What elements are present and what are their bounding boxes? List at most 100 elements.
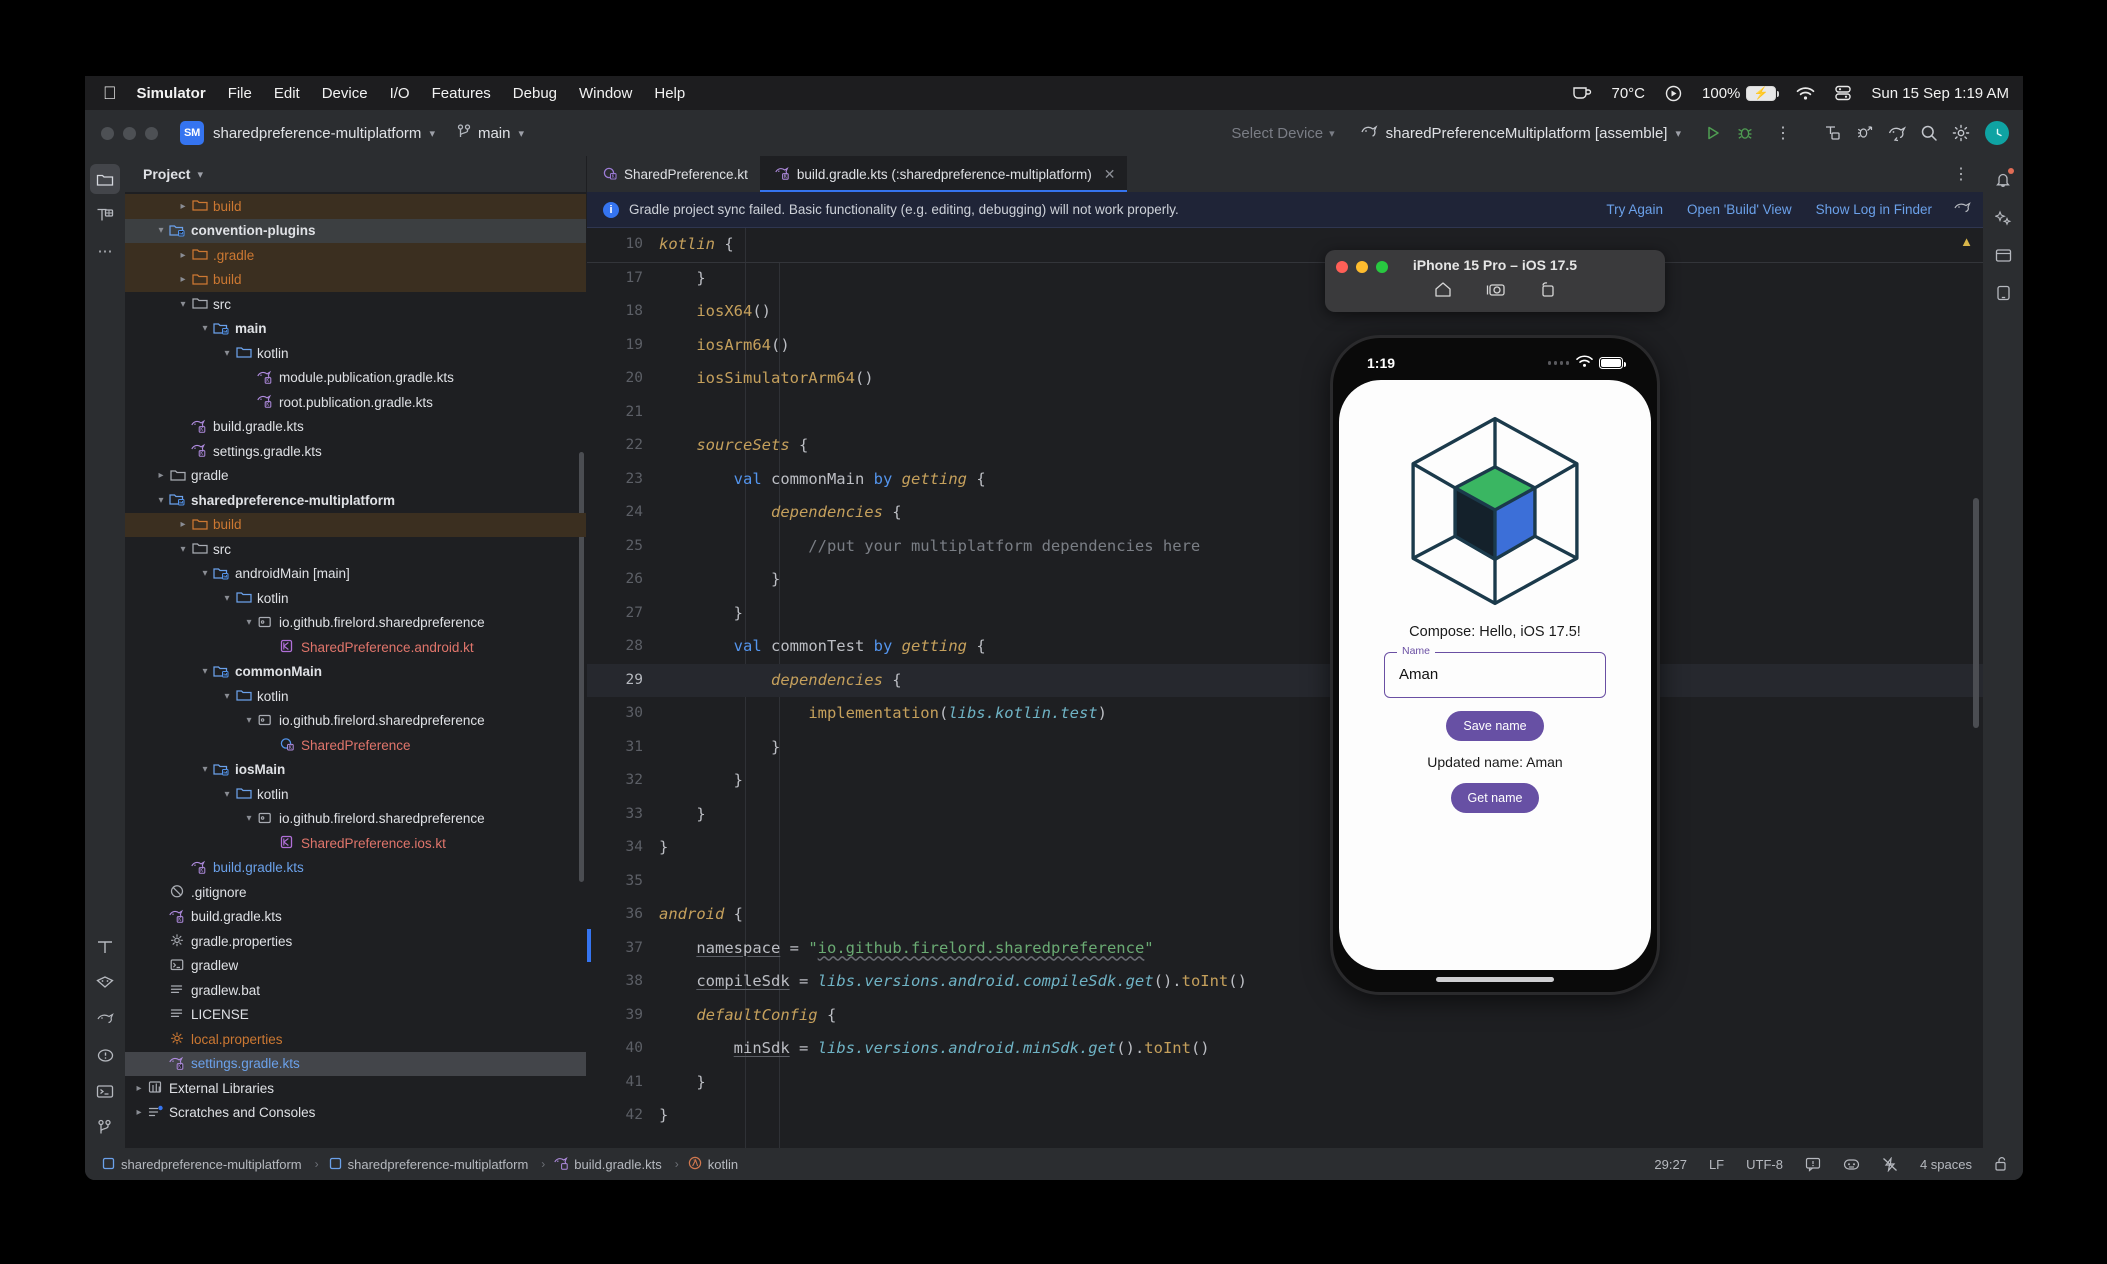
menu-item-device[interactable]: Device [322,85,368,102]
chevron-down-icon[interactable]: ▾ [219,348,235,359]
tree-item-src[interactable]: ▾ src [125,292,586,317]
file-encoding[interactable]: UTF-8 [1746,1157,1783,1172]
code-with-me-icon[interactable] [1819,119,1847,147]
chevron-down-icon[interactable]: ▾ [429,127,435,140]
gradle-rail-icon[interactable] [90,1004,120,1034]
breadcrumb-item-1[interactable]: sharedpreference-multiplatform [328,1157,528,1172]
code-line[interactable]: 23 val commonMain by getting { [587,463,1983,497]
menu-item-window[interactable]: Window [579,85,632,102]
chevron-down-icon[interactable]: ▾ [241,617,257,628]
screenshot-icon[interactable] [1486,281,1505,303]
chevron-right-icon[interactable]: ▸ [131,1107,147,1118]
rotate-icon[interactable] [1539,281,1556,303]
code-line[interactable]: 30 implementation(libs.kotlin.test) [587,697,1983,731]
coffee-cup-icon[interactable] [1572,85,1592,101]
tree-item-root-publication-gradle-kts[interactable]: Kroot.publication.gradle.kts [125,390,586,415]
tree-item-external-libraries[interactable]: ▸ External Libraries [125,1076,586,1101]
tree-item-kotlin[interactable]: ▾ kotlin [125,341,586,366]
chevron-down-icon[interactable]: ▾ [153,495,169,506]
tree-item-kotlin[interactable]: ▾ kotlin [125,782,586,807]
project-name-label[interactable]: sharedpreference-multiplatform [213,125,421,142]
tree-item-local-properties[interactable]: local.properties [125,1027,586,1052]
menu-item-help[interactable]: Help [654,85,685,102]
line-ending[interactable]: LF [1709,1157,1724,1172]
menubar-clock[interactable]: Sun 15 Sep 1:19 AM [1871,85,2009,102]
tree-item-settings-gradle-kts[interactable]: Ksettings.gradle.kts [125,1051,586,1076]
get-name-button[interactable]: Get name [1450,783,1540,813]
tree-item-sharedpreference-multiplatform[interactable]: ▾ sharedpreference-multiplatform [125,488,586,513]
chevron-down-icon[interactable]: ▾ [241,715,257,726]
project-file-tree[interactable]: ▸ build ▾ convention-plugins ▸ .gradle ▸ build ▾… [125,192,586,1148]
code-editor[interactable]: 10 kotlin {17 } 18 iosX64() 19 iosArm64() 20… [587,228,1983,1148]
tree-item-build[interactable]: ▸ build [125,512,586,537]
breadcrumb-item-2[interactable]: build.gradle.kts [554,1156,662,1172]
editor-options-icon[interactable]: ⋮ [1939,156,1983,192]
open-build-view-link[interactable]: Open 'Build' View [1687,202,1792,217]
code-line[interactable]: 19 iosArm64() [587,329,1983,363]
ai-assistant-icon[interactable] [1988,202,2018,232]
tree-item-gradle[interactable]: ▸ gradle [125,464,586,489]
save-name-button[interactable]: Save name [1446,711,1544,741]
ai-icon[interactable] [1843,1157,1860,1172]
tree-item-iosmain[interactable]: ▾ iosMain [125,758,586,783]
tab-sharedpreference-kt[interactable]: K SharedPreference.kt [587,156,760,192]
name-input-field[interactable]: Name Aman [1384,645,1606,698]
run-icon[interactable] [1699,119,1727,147]
tree-item-build[interactable]: ▸ build [125,194,586,219]
tree-item-build-gradle-kts[interactable]: Kbuild.gradle.kts [125,415,586,440]
menu-item-features[interactable]: Features [432,85,491,102]
tree-item-build-gradle-kts[interactable]: Kbuild.gradle.kts [125,905,586,930]
code-line[interactable]: 25 //put your multiplatform dependencies… [587,530,1983,564]
search-icon[interactable] [1915,119,1943,147]
chevron-down-icon[interactable]: ▾ [219,691,235,702]
tree-item-main[interactable]: ▾ main [125,317,586,342]
window-traffic-lights[interactable] [101,126,158,140]
breadcrumb-item-3[interactable]: kotlin [688,1156,738,1172]
indent-setting[interactable]: 4 spaces [1920,1157,1972,1172]
chevron-right-icon[interactable]: ▸ [131,1083,147,1094]
branch-chevron-down-icon[interactable]: ▾ [518,127,524,140]
git-branch-label[interactable]: main [478,125,511,142]
simulator-title-bar[interactable]: iPhone 15 Pro – iOS 17.5 [1325,250,1665,312]
close-icon[interactable]: ✕ [1104,166,1116,183]
minimize-button[interactable] [123,126,136,140]
chevron-right-icon[interactable]: ▸ [175,274,191,285]
code-line[interactable]: 42} [587,1099,1983,1133]
code-line[interactable]: 38 compileSdk = libs.versions.android.co… [587,965,1983,999]
power-save-icon[interactable] [1882,1156,1898,1172]
tree-item-gradlew[interactable]: gradlew [125,954,586,979]
home-icon[interactable] [1434,281,1452,303]
more-vertical-icon[interactable]: ⋮ [1769,119,1797,147]
chevron-down-icon[interactable]: ▾ [175,544,191,555]
database-icon[interactable] [90,968,120,998]
vcs-change-marker[interactable] [587,928,591,962]
menu-item-simulator[interactable]: Simulator [137,85,206,102]
tree-item-build[interactable]: ▸ build [125,267,586,292]
bug-arrow-icon[interactable] [1851,119,1879,147]
tree-item--gitignore[interactable]: .gitignore [125,880,586,905]
code-line[interactable]: 35 [587,865,1983,899]
debug-icon[interactable] [1731,119,1759,147]
code-line[interactable]: 20 iosSimulatorArm64() [587,362,1983,396]
apple-menu-icon[interactable]:  [103,84,117,102]
unlocked-icon[interactable] [1994,1156,2009,1172]
code-line[interactable]: 28 val commonTest by getting { [587,630,1983,664]
terminal-icon[interactable] [90,1076,120,1106]
chevron-down-icon[interactable]: ▾ [197,764,213,775]
device-selector[interactable]: Select Device [1231,125,1323,142]
chevron-down-icon[interactable]: ▾ [219,593,235,604]
tree-item-androidmain-main-[interactable]: ▾ androidMain [main] [125,562,586,587]
tree-item-convention-plugins[interactable]: ▾ convention-plugins [125,218,586,243]
tab-build-gradle-kts[interactable]: K build.gradle.kts (:sharedpreference-mu… [759,156,1128,192]
banner-gradle-icon[interactable] [1954,201,1971,218]
code-line[interactable]: 33 } [587,798,1983,832]
notifications-icon[interactable] [1988,164,2018,194]
chevron-right-icon[interactable]: ▸ [175,519,191,530]
runconfig-chevron-down-icon[interactable]: ▾ [1675,127,1681,140]
chevron-down-icon[interactable]: ▾ [197,323,213,334]
menu-item-edit[interactable]: Edit [274,85,300,102]
settings-gear-icon[interactable] [1947,119,1975,147]
problems-icon[interactable] [90,1040,120,1070]
chevron-right-icon[interactable]: ▸ [175,250,191,261]
editor-scrollbar[interactable] [1973,498,1979,728]
